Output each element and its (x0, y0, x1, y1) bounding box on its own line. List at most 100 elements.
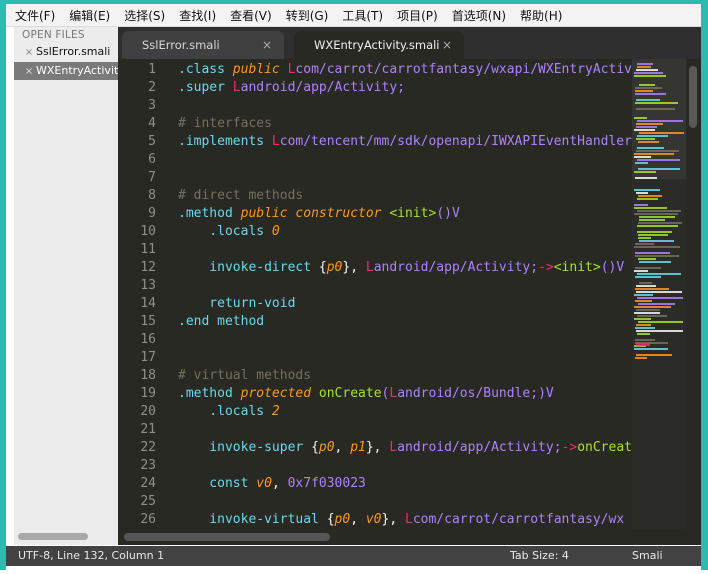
code-line[interactable]: # direct methods (178, 187, 303, 205)
status-tab-size[interactable]: Tab Size: 4 (510, 546, 569, 566)
code-token: com/carrot/carrotfantasy/wxapi/WXEntryAc… (295, 62, 632, 77)
code-token: protected (240, 386, 319, 401)
code-line[interactable]: .locals 0 (178, 223, 279, 241)
code-token: android/app/Activity; (240, 80, 405, 95)
code-token: L (365, 260, 374, 275)
minimap-line (635, 300, 652, 302)
code-line[interactable]: # virtual methods (178, 367, 311, 385)
menu-selection[interactable]: 选择(S) (117, 7, 172, 24)
code-line[interactable]: return-void (178, 295, 295, 313)
vertical-scrollbar-track[interactable] (686, 59, 701, 529)
code-line[interactable]: .method protected onCreate(Landroid/os/B… (178, 385, 554, 403)
code-token: { (311, 440, 319, 455)
code-token: }, (342, 260, 366, 275)
minimap-line (636, 69, 658, 71)
sidebar-file-sslerror[interactable]: × SslError.smali (14, 43, 118, 61)
menu-help[interactable]: 帮助(H) (513, 7, 569, 24)
menu-view[interactable]: 查看(V) (223, 7, 279, 24)
horizontal-scrollbar-thumb[interactable] (124, 533, 330, 541)
minimap-line (636, 123, 663, 125)
minimap-line (636, 192, 648, 194)
line-number: 20 (140, 404, 156, 419)
code-token: L (271, 134, 280, 149)
line-number: 12 (140, 260, 156, 275)
code-line[interactable]: # interfaces (178, 115, 272, 133)
code-token: p0 (334, 512, 351, 527)
menu-bar: 文件(F) 编辑(E) 选择(S) 查找(I) 查看(V) 转到(G) 工具(T… (6, 4, 701, 27)
minimap-line (638, 321, 683, 323)
code-token: L (389, 386, 398, 401)
code-line[interactable]: const v0, 0x7f030023 (178, 475, 366, 493)
code-token: android/app/Activity; (397, 440, 562, 455)
line-number: 18 (140, 368, 156, 383)
minimap-line (638, 234, 668, 236)
tab-bar: SslError.smali × WXEntryActivity.smali × (118, 27, 701, 59)
line-number: 10 (140, 224, 156, 239)
menu-find[interactable]: 查找(I) (172, 7, 223, 24)
code-editor[interactable]: 1 2 3 4 5 6 7 8 9 10 11 12 13 14 15 16 17 18 19 20 21 22 23 24 2… (118, 59, 632, 529)
code-token: p0 (326, 260, 343, 275)
minimap[interactable] (632, 59, 686, 529)
code-line[interactable]: .class public Lcom/carrot/carrotfantasy/… (178, 61, 632, 79)
code-token: 0x7f030023 (287, 476, 366, 491)
code-token: <init> (553, 260, 601, 275)
minimap-line (634, 204, 648, 206)
minimap-line (634, 294, 653, 296)
menu-preferences[interactable]: 首选项(N) (445, 7, 513, 24)
code-token: .end method (178, 314, 265, 329)
menu-goto[interactable]: 转到(G) (279, 7, 336, 24)
minimap-line (634, 156, 651, 158)
minimap-line (635, 102, 678, 104)
minimap-line (635, 87, 662, 89)
code-token: , (334, 440, 351, 455)
code-line[interactable]: invoke-virtual {p0, v0}, Lcom/carrot/car… (178, 511, 624, 529)
close-icon[interactable]: × (22, 63, 36, 80)
menu-file[interactable]: 文件(F) (6, 7, 62, 24)
code-line[interactable]: .method public constructor <init>()V (178, 205, 460, 223)
minimap-line (635, 177, 657, 179)
code-line[interactable]: .locals 2 (178, 403, 279, 421)
minimap-line (636, 291, 682, 293)
close-icon[interactable]: × (442, 31, 452, 59)
minimap-line (636, 126, 657, 128)
code-token: -> (561, 440, 578, 455)
code-line[interactable]: .implements Lcom/tencent/mm/sdk/openapi/… (178, 133, 632, 151)
sidebar-horizontal-scrollbar[interactable] (18, 533, 88, 540)
open-files-heading: OPEN FILES (22, 29, 85, 41)
minimap-line (638, 237, 651, 239)
close-icon[interactable]: × (22, 44, 36, 61)
minimap-line (634, 213, 678, 215)
status-syntax[interactable]: Smali (632, 546, 663, 566)
menu-tools[interactable]: 工具(T) (335, 7, 390, 24)
minimap-line (638, 195, 662, 197)
minimap-line (638, 303, 675, 305)
code-line[interactable]: .end method (178, 313, 264, 331)
line-number: 24 (140, 476, 156, 491)
menu-project[interactable]: 项目(P) (390, 7, 445, 24)
vertical-scrollbar-thumb[interactable] (689, 66, 697, 128)
window-frame-right (701, 4, 708, 570)
minimap-line (639, 132, 684, 134)
minimap-line (634, 348, 668, 350)
menu-edit[interactable]: 编辑(E) (62, 7, 117, 24)
tab-sslerror[interactable]: SslError.smali × (122, 31, 284, 59)
minimap-line (637, 297, 683, 299)
close-icon[interactable]: × (262, 31, 272, 59)
code-token: )V (538, 386, 554, 401)
minimap-line (635, 252, 670, 254)
code-line[interactable]: .super Landroid/app/Activity; (178, 79, 405, 97)
code-line[interactable]: invoke-direct {p0}, Landroid/app/Activit… (178, 259, 624, 277)
line-number: 9 (148, 206, 156, 221)
code-line[interactable]: invoke-super {p0, p1}, Landroid/app/Acti… (178, 439, 632, 457)
line-number: 25 (140, 494, 156, 509)
minimap-viewport[interactable] (632, 59, 686, 179)
code-token: .locals (178, 224, 272, 239)
code-token: <init> (389, 206, 437, 221)
line-number: 1 (148, 62, 156, 77)
minimap-line (635, 93, 666, 95)
code-token: invoke-virtual (178, 512, 327, 527)
tab-wxentryactivity[interactable]: WXEntryActivity.smali × (294, 31, 464, 59)
sidebar-file-wxentryactivity[interactable]: ×WXEntryActivity.smali (14, 62, 118, 80)
code-token: L (232, 80, 241, 95)
minimap-line (636, 324, 651, 326)
